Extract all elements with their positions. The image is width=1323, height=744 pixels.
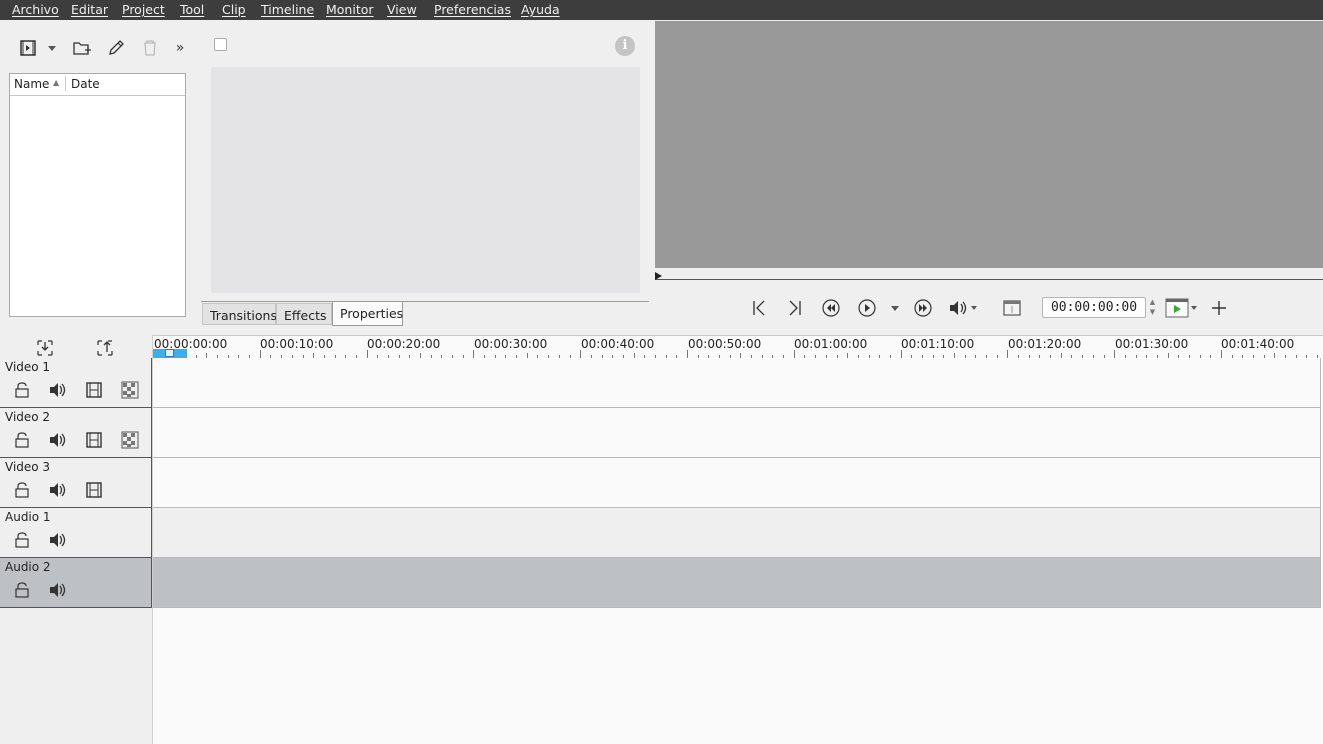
column-date[interactable]: Date (71, 77, 100, 91)
audio-speaker-icon[interactable] (48, 530, 68, 550)
lock-icon[interactable] (12, 430, 32, 450)
project-bin-list[interactable]: Name ▲ Date (9, 73, 186, 317)
column-divider (65, 76, 66, 91)
track-header-audio-1[interactable]: Audio 1 (0, 508, 152, 558)
more-label: » (175, 40, 185, 56)
track-name[interactable]: Video 2 (5, 410, 50, 424)
column-name[interactable]: Name (14, 77, 49, 91)
track-name[interactable]: Audio 2 (5, 560, 51, 574)
ruler-label: 00:01:00:00 (794, 337, 868, 351)
monitor-overlay-icon[interactable] (1000, 296, 1024, 320)
play-icon[interactable] (855, 296, 879, 320)
playhead-handle[interactable] (165, 349, 174, 357)
track-row-video-1[interactable] (153, 358, 1321, 408)
menu-preferencias[interactable]: Preferencias (434, 2, 511, 17)
delete-trash-icon[interactable] (139, 37, 161, 59)
menu-ayuda[interactable]: Ayuda (521, 2, 560, 17)
menu-clip[interactable]: Clip (222, 2, 246, 17)
ruler-label: 00:00:50:00 (688, 337, 762, 351)
ruler-label: 00:01:20:00 (1008, 337, 1082, 351)
timeline-ruler[interactable]: 00:00:00:00 00:00:10:00 00:00:20:00 00:0… (153, 335, 1323, 359)
add-marker-icon[interactable] (1207, 296, 1231, 320)
video-film-icon[interactable] (84, 380, 104, 400)
monitor-screen[interactable] (655, 21, 1323, 268)
spin-up-icon[interactable]: ▲ (1148, 297, 1157, 307)
track-header-audio-2[interactable]: Audio 2 (0, 558, 152, 608)
video-film-icon[interactable] (84, 480, 104, 500)
tab-effects[interactable]: Effects (276, 303, 332, 325)
collapse-tracks-icon[interactable] (35, 338, 55, 358)
ruler-label: 00:01:10:00 (901, 337, 975, 351)
lock-icon[interactable] (12, 530, 32, 550)
track-header-video-1[interactable]: Video 1 (0, 358, 152, 408)
audio-speaker-icon[interactable] (48, 580, 68, 600)
menu-monitor[interactable]: Monitor (326, 2, 374, 17)
spin-down-icon[interactable]: ▼ (1148, 307, 1157, 317)
ruler-label: 00:01:40:00 (1221, 337, 1295, 351)
track-header-video-2[interactable]: Video 2 (0, 408, 152, 458)
properties-panel (211, 67, 640, 293)
track-name[interactable]: Video 3 (5, 460, 50, 474)
composite-checker-icon[interactable] (120, 380, 140, 400)
enable-checkbox[interactable] (214, 38, 227, 51)
menu-tool[interactable]: Tool (180, 2, 204, 17)
more-chevrons-icon[interactable]: » (169, 37, 191, 59)
ruler-label: 00:01:30:00 (1115, 337, 1189, 351)
ruler-label: 00:00:40:00 (581, 337, 655, 351)
track-row-audio-1[interactable] (153, 508, 1321, 558)
monitor-mode-icon[interactable] (1163, 296, 1199, 320)
track-header-video-3[interactable]: Video 3 (0, 458, 152, 508)
track-row-audio-2[interactable] (153, 558, 1321, 608)
track-name[interactable]: Video 1 (5, 360, 50, 374)
bin-header: Name ▲ Date (10, 74, 185, 96)
lock-icon[interactable] (12, 580, 32, 600)
timecode-spinner[interactable]: ▲ ▼ (1148, 297, 1157, 318)
tab-transitions[interactable]: Transitions (202, 303, 277, 325)
go-to-start-icon[interactable] (747, 296, 771, 320)
track-row-video-3[interactable] (153, 458, 1321, 508)
volume-icon[interactable] (946, 296, 980, 320)
audio-speaker-icon[interactable] (48, 380, 68, 400)
ruler-label: 00:00:10:00 (260, 337, 334, 351)
expand-tracks-icon[interactable] (95, 338, 115, 358)
menubar: Archivo Editar Project Tool Clip Timelin… (0, 0, 1323, 20)
audio-speaker-icon[interactable] (48, 480, 68, 500)
edit-pencil-icon[interactable] (105, 37, 127, 59)
monitor-ruler[interactable] (655, 268, 1323, 280)
monitor-position-marker[interactable] (655, 272, 662, 280)
track-name[interactable]: Audio 1 (5, 510, 51, 524)
lock-icon[interactable] (12, 380, 32, 400)
rewind-icon[interactable] (819, 296, 843, 320)
dropdown-arrow-icon[interactable] (45, 37, 59, 59)
fast-forward-icon[interactable] (911, 296, 935, 320)
menu-view[interactable]: View (387, 2, 417, 17)
tab-properties-label: Properties (340, 306, 404, 321)
menu-timeline[interactable]: Timeline (261, 2, 314, 17)
play-options-dropdown-icon[interactable] (887, 296, 903, 320)
lock-icon[interactable] (12, 480, 32, 500)
sort-ascending-icon: ▲ (53, 78, 60, 87)
tabbar-divider (201, 301, 649, 302)
composite-checker-icon[interactable] (120, 430, 140, 450)
timecode-field[interactable]: 00:00:00:00 (1042, 297, 1146, 318)
menu-project[interactable]: Project (122, 2, 165, 17)
tab-properties[interactable]: Properties (332, 302, 403, 326)
info-icon[interactable]: i (615, 36, 635, 56)
new-folder-icon[interactable] (71, 37, 93, 59)
audio-speaker-icon[interactable] (48, 430, 68, 450)
track-row-video-2[interactable] (153, 408, 1321, 458)
menu-editar[interactable]: Editar (71, 2, 108, 17)
tab-effects-label: Effects (284, 308, 327, 323)
ruler-label: 00:00:20:00 (367, 337, 441, 351)
tab-transitions-label: Transitions (210, 308, 277, 323)
go-to-end-icon[interactable] (783, 296, 807, 320)
ruler-label: 00:00:30:00 (474, 337, 548, 351)
menu-archivo[interactable]: Archivo (12, 2, 59, 17)
add-clip-icon[interactable] (17, 37, 39, 59)
video-film-icon[interactable] (84, 430, 104, 450)
